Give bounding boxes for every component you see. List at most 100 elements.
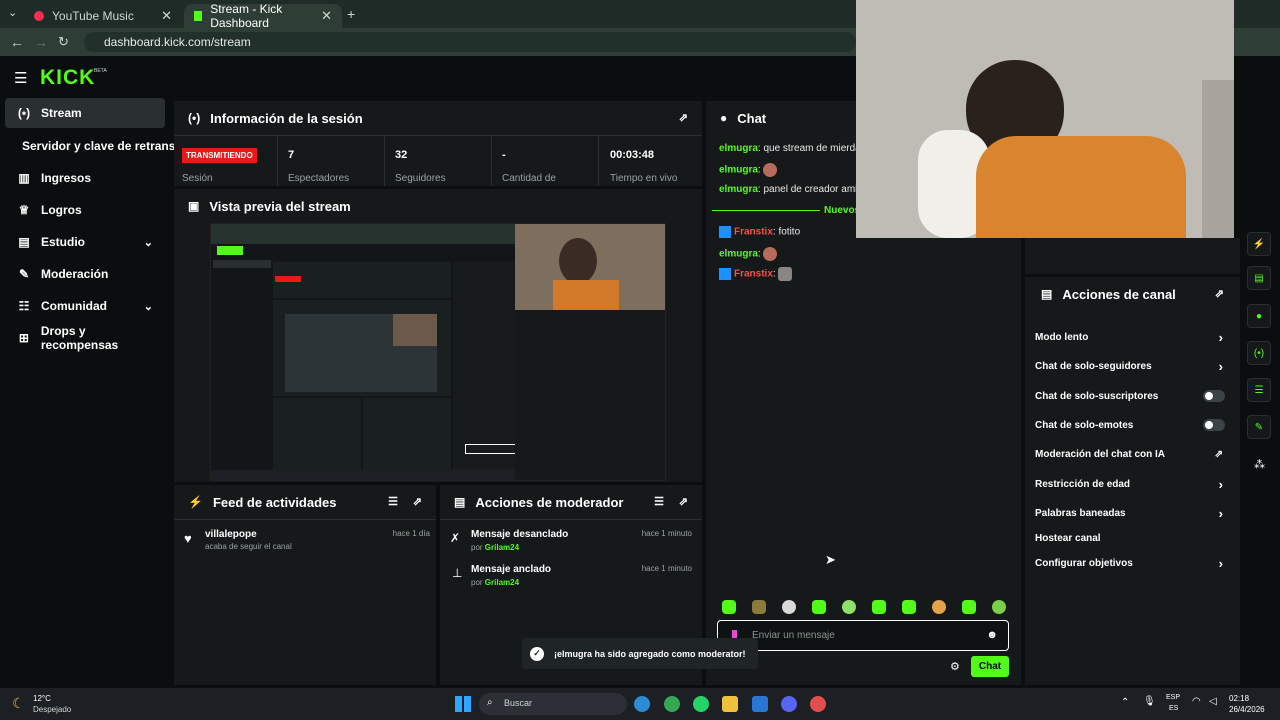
action-label: Palabras baneadas	[1035, 508, 1126, 519]
sidebar-item-logros[interactable]: ♕ Logros	[5, 195, 165, 225]
channel-action-followers-only[interactable]: Chat de solo-seguidores ›	[1035, 359, 1225, 374]
preview-nested-webcam	[393, 314, 437, 346]
clipboard-tool-button[interactable]: ▤	[1247, 266, 1271, 290]
reload-icon[interactable]: ↻	[58, 34, 69, 50]
chat-username[interactable]: elmugra	[719, 143, 758, 154]
url-field[interactable]: dashboard.kick.com/stream	[84, 32, 856, 52]
tab-list-chevron-icon[interactable]: ⌄	[8, 6, 17, 19]
sidebar-item-estudio[interactable]: ▤ Estudio ⌄	[5, 227, 165, 257]
emoji-icon[interactable]: ☻	[986, 629, 998, 641]
sidebar-item-drops[interactable]: ⊞ Drops y recompensas	[5, 323, 165, 353]
clock-time[interactable]: 02:18	[1229, 694, 1249, 703]
chat-settings-icon[interactable]: ⚙	[950, 660, 960, 673]
popout-icon[interactable]: ⇗	[413, 495, 422, 508]
mail-icon[interactable]	[752, 696, 768, 712]
lightning-tool-button[interactable]: ⚡	[1247, 232, 1271, 256]
emote-icon	[778, 267, 793, 281]
weather-temp[interactable]: 12°C	[33, 694, 51, 703]
emote-icon[interactable]	[962, 600, 976, 614]
chat-text: : que stream de mierda	[757, 143, 861, 154]
feed-user[interactable]: villalepope	[205, 529, 257, 540]
wifi-icon[interactable]: ◠	[1192, 696, 1201, 707]
chat-input[interactable]: Enviar un mensaje ☻	[717, 620, 1009, 651]
sidebar-item-moderacion[interactable]: ✎ Moderación	[5, 259, 165, 289]
stream-preview-video[interactable]	[210, 223, 666, 481]
sidebar-item-stream[interactable]: (•) Stream	[5, 98, 165, 128]
action-label: Chat de solo-suscriptores	[1035, 391, 1159, 402]
live-status-badge: TRANSMITIENDO	[182, 148, 257, 163]
settings-tool-button[interactable]: ☰	[1247, 378, 1271, 402]
channel-action-age-restriction[interactable]: Restricción de edad ›	[1035, 477, 1225, 492]
broadcast-tool-button[interactable]: (•)	[1247, 341, 1271, 365]
settings-sliders-icon: ☰	[1254, 384, 1264, 396]
file-explorer-icon[interactable]	[722, 696, 738, 712]
popout-icon[interactable]: ⇗	[679, 495, 688, 508]
popout-icon[interactable]: ⇗	[679, 111, 688, 124]
channel-action-slow-mode[interactable]: Modo lento ›	[1035, 330, 1225, 345]
kick-logo[interactable]: KICK	[40, 66, 95, 90]
mod-user[interactable]: Grilam24	[485, 578, 519, 587]
emote-icon[interactable]	[812, 600, 826, 614]
chrome-icon[interactable]	[664, 696, 680, 712]
forward-icon[interactable]: →	[34, 34, 48, 50]
layout-icon[interactable]: ⁂	[1254, 458, 1265, 471]
channel-action-subs-only: Chat de solo-suscriptores	[1035, 390, 1225, 402]
channel-action-host[interactable]: Hostear canal	[1035, 533, 1225, 544]
wrench-tool-button[interactable]: ✎	[1247, 415, 1271, 439]
back-icon[interactable]: ←	[10, 34, 24, 50]
edge-icon[interactable]	[634, 696, 650, 712]
mouse-cursor-icon: ➤	[825, 552, 836, 567]
emote-icon[interactable]	[722, 600, 736, 614]
popout-icon[interactable]: ⇗	[1215, 287, 1224, 300]
emote-icon[interactable]	[902, 600, 916, 614]
close-tab-icon[interactable]: ✕	[161, 8, 172, 24]
channel-action-goals[interactable]: Configurar objetivos ›	[1035, 556, 1225, 571]
lang-top[interactable]: ESP	[1166, 694, 1180, 701]
whatsapp-icon[interactable]	[693, 696, 709, 712]
channel-action-banned-words[interactable]: Palabras baneadas ›	[1035, 506, 1225, 521]
stream-preview-panel: ▣ Vista previa del stream	[174, 189, 702, 482]
hamburger-menu-icon[interactable]: ☰	[14, 69, 27, 87]
emote-icon[interactable]	[782, 600, 796, 614]
tab-kick-dashboard[interactable]: Stream - Kick Dashboard ✕	[184, 2, 342, 30]
sidebar-item-comunidad[interactable]: ☷ Comunidad ⌄	[5, 291, 165, 321]
sidebar-item-label: Logros	[41, 203, 82, 217]
close-tab-icon[interactable]: ✕	[321, 8, 332, 24]
emotes-only-toggle[interactable]	[1203, 419, 1225, 431]
tab-youtube-music[interactable]: YouTube Music ✕	[24, 4, 182, 28]
taskbar-search[interactable]: ⌕ Buscar	[479, 693, 627, 715]
weather-text[interactable]: Despejado	[33, 705, 71, 714]
lang-bottom[interactable]: ES	[1169, 705, 1178, 712]
chevron-up-icon[interactable]: ⌃	[1121, 697, 1129, 708]
action-label: Restricción de edad	[1035, 479, 1131, 490]
new-tab-icon[interactable]: +	[347, 6, 355, 22]
chat-username[interactable]: Franstix	[734, 227, 773, 238]
emote-icon[interactable]	[842, 600, 856, 614]
chat-send-button[interactable]: Chat	[971, 656, 1009, 677]
chat-username[interactable]: elmugra	[719, 165, 758, 176]
mod-user[interactable]: Grilam24	[485, 543, 519, 552]
panel-title: Chat	[737, 110, 767, 126]
clock-date[interactable]: 26/4/2026	[1229, 705, 1265, 714]
emote-icon[interactable]	[872, 600, 886, 614]
chat-tool-button[interactable]: ●	[1247, 304, 1271, 328]
app-icon[interactable]	[810, 696, 826, 712]
emote-icon[interactable]	[752, 600, 766, 614]
chat-username[interactable]: elmugra	[719, 184, 758, 195]
volume-icon[interactable]: ◁	[1209, 696, 1217, 707]
sidebar-item-stream-key[interactable]: Servidor y clave de retransn	[14, 131, 183, 161]
windows-start-icon[interactable]	[455, 696, 471, 712]
filter-icon[interactable]: ☰	[388, 495, 398, 508]
chat-username[interactable]: elmugra	[719, 249, 758, 260]
discord-icon[interactable]	[781, 696, 797, 712]
broadcast-icon: (•)	[1253, 347, 1265, 359]
mod-action-title: Mensaje anclado	[471, 564, 552, 575]
sidebar-item-ingresos[interactable]: ▥ Ingresos	[5, 163, 165, 193]
channel-action-ai-moderation[interactable]: Moderación del chat con IA ⇗	[1035, 449, 1225, 460]
emote-icon[interactable]	[992, 600, 1006, 614]
emote-icon[interactable]	[932, 600, 946, 614]
filter-icon[interactable]: ☰	[654, 495, 664, 508]
microphone-icon[interactable]: 🎙	[1143, 696, 1156, 707]
subs-only-toggle[interactable]	[1203, 390, 1225, 402]
chat-username[interactable]: Franstix	[734, 269, 773, 280]
